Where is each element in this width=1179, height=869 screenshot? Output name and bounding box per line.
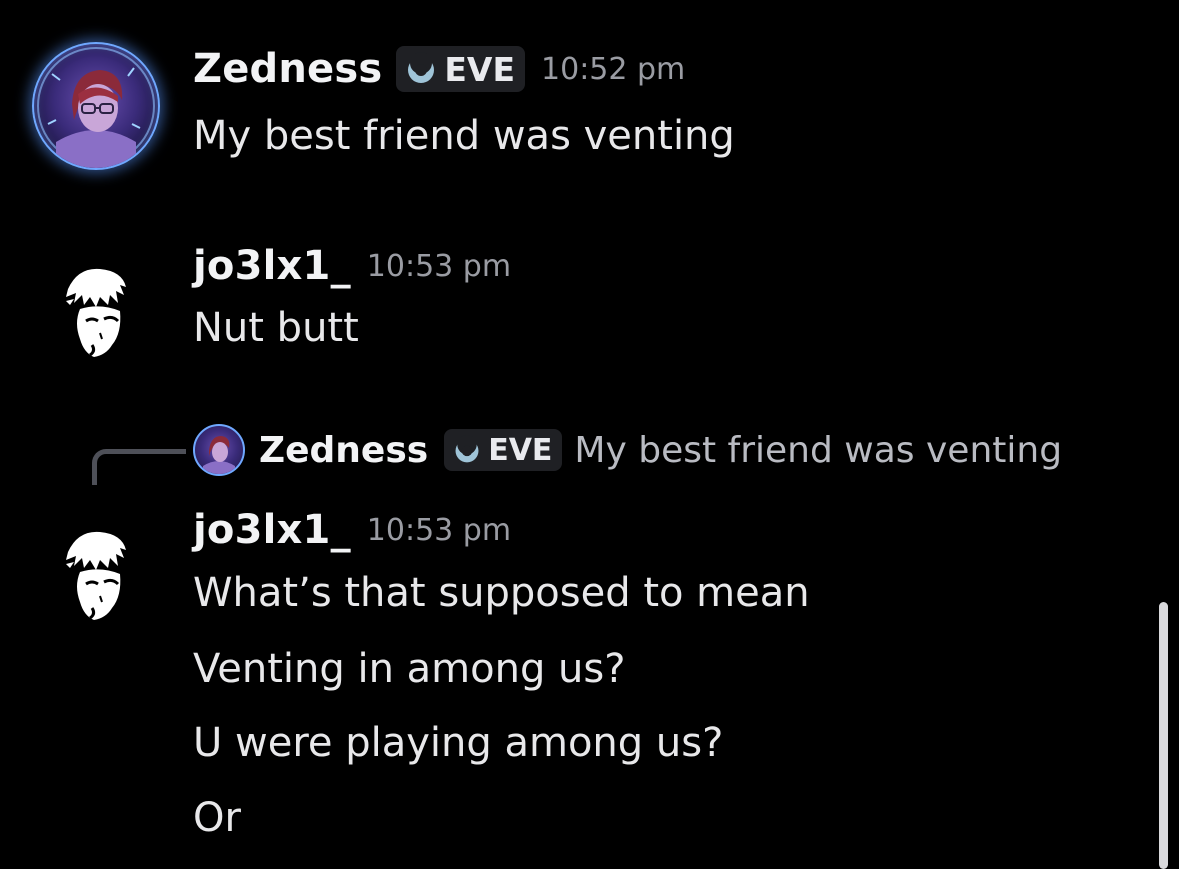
- reply-avatar: [193, 424, 245, 476]
- message-header: jo3lx1_ 10:53 pm: [193, 507, 511, 553]
- message-text: U were playing among us?: [193, 720, 724, 766]
- message-text: Nut butt: [193, 305, 359, 351]
- message-header: jo3lx1_ 10:53 pm: [193, 243, 511, 289]
- jo3lx1-avatar-art: [66, 268, 126, 357]
- zedness-avatar-art: [37, 47, 155, 168]
- guild-tag-label: EVE: [444, 49, 516, 89]
- reply-connector: [92, 449, 186, 485]
- message-text: Venting in among us?: [193, 646, 626, 692]
- username[interactable]: jo3lx1_: [193, 507, 351, 553]
- reply-avatar-art: [203, 436, 235, 474]
- message-text: My best friend was venting: [193, 113, 735, 159]
- jo3lx1-avatar-art: [66, 531, 126, 620]
- jo3lx1-avatar[interactable]: [30, 510, 160, 640]
- scrollbar[interactable]: [1159, 602, 1168, 869]
- reply-username[interactable]: Zedness: [259, 430, 428, 471]
- crescent-moon-icon: [408, 52, 435, 83]
- reply-reference[interactable]: Zedness EVE My best friend was venting: [193, 424, 1062, 476]
- guild-tag[interactable]: EVE: [444, 429, 563, 471]
- jo3lx1-avatar[interactable]: [30, 247, 160, 377]
- guild-tag[interactable]: EVE: [396, 46, 526, 92]
- guild-tag-label: EVE: [488, 432, 553, 468]
- timestamp: 10:53 pm: [366, 512, 512, 548]
- zedness-avatar[interactable]: [32, 42, 160, 170]
- message-header: Zedness EVE 10:52 pm: [193, 46, 685, 92]
- timestamp: 10:53 pm: [366, 248, 512, 284]
- username[interactable]: Zedness: [193, 46, 382, 92]
- crescent-moon-icon: [455, 435, 479, 463]
- reply-preview-text: My best friend was venting: [574, 429, 1063, 471]
- chat-message-list: Zedness EVE 10:52 pm My best friend was …: [0, 0, 1179, 869]
- username[interactable]: jo3lx1_: [193, 243, 351, 289]
- message-text: What’s that supposed to mean: [193, 570, 810, 616]
- message-text: Or: [193, 795, 241, 841]
- timestamp: 10:52 pm: [541, 51, 686, 87]
